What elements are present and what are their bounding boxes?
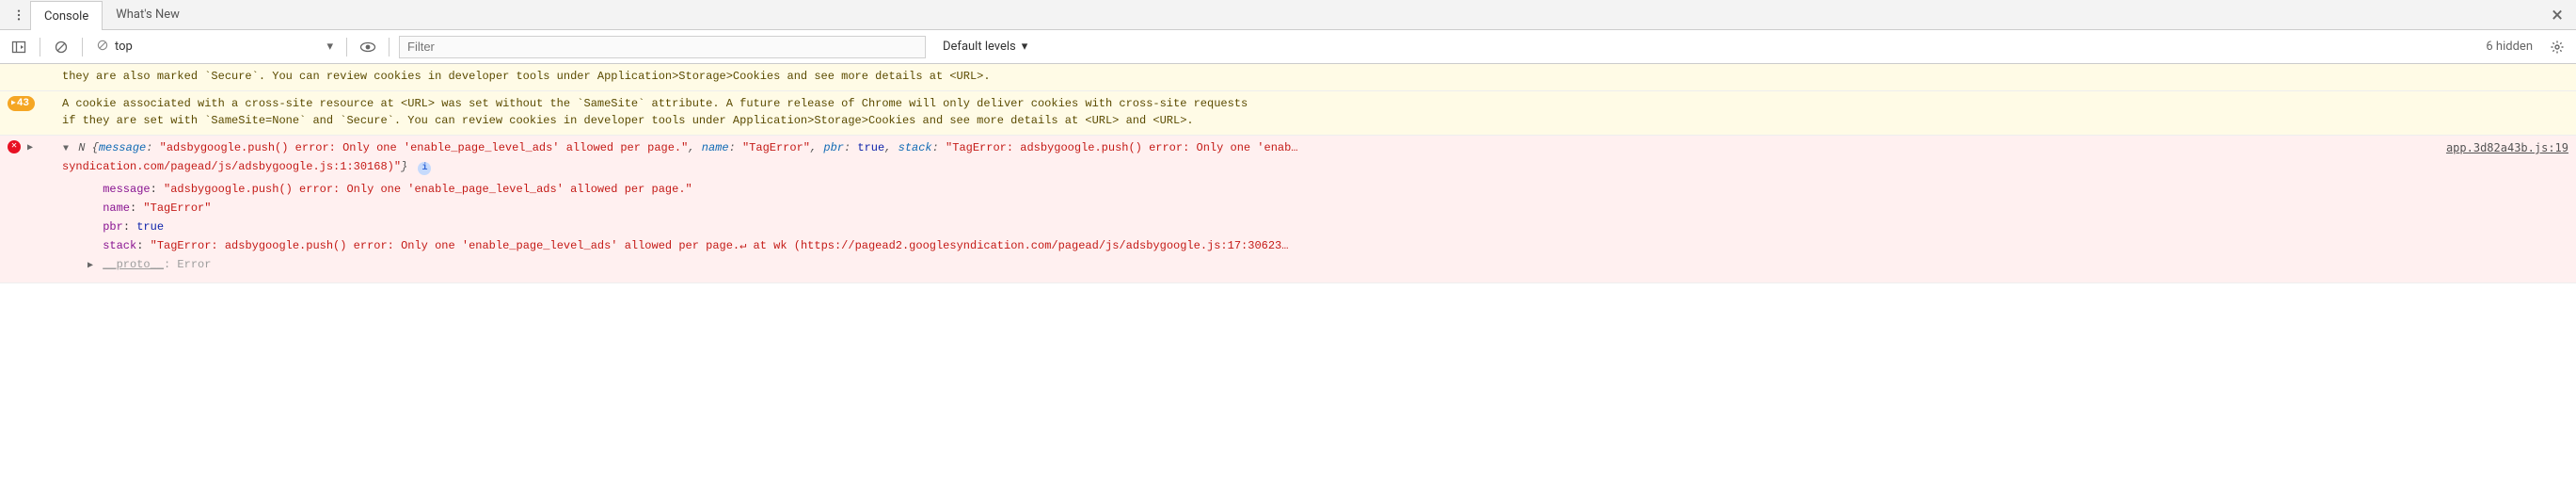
chevron-down-icon: ▾ — [326, 40, 333, 54]
warning-text: A cookie associated with a cross-site re… — [62, 95, 2568, 129]
message-gutter: ✕ ▶ — [8, 139, 62, 157]
warning-text: they are also marked `Secure`. You can r… — [62, 68, 2568, 85]
tab-whatsnew[interactable]: What's New — [103, 0, 193, 30]
expand-triangle-icon[interactable]: ▼ — [62, 141, 72, 158]
expand-triangle-icon[interactable]: ▶ — [26, 140, 36, 157]
expand-triangle-icon: ▶ — [11, 100, 16, 107]
page-context-icon — [96, 39, 109, 56]
console-error-row: ✕ ▶ app.3d82a43b.js:19 ▼ N {message: "ad… — [0, 136, 2576, 283]
console-settings-icon[interactable] — [2546, 36, 2568, 58]
hidden-messages-count[interactable]: 6 hidden — [2486, 40, 2536, 54]
message-gutter: ▶ 43 — [8, 95, 62, 111]
toolbar-separator — [346, 38, 347, 56]
more-tabs-icon[interactable] — [8, 4, 30, 26]
error-body: app.3d82a43b.js:19 ▼ N {message: "adsbyg… — [62, 139, 2568, 277]
object-property: name: "TagError" — [87, 200, 2568, 217]
object-proto[interactable]: ▶ __proto__: Error — [87, 256, 2568, 275]
filter-input[interactable] — [399, 36, 926, 58]
object-expanded: message: "adsbygoogle.push() error: Only… — [62, 175, 2568, 275]
live-expression-icon[interactable] — [357, 36, 379, 58]
close-drawer-icon[interactable]: × — [2548, 4, 2567, 27]
tab-whatsnew-label: What's New — [116, 8, 180, 22]
devtools-tabbar: Console What's New × — [0, 0, 2576, 30]
tab-console[interactable]: Console — [30, 1, 103, 30]
source-link[interactable]: app.3d82a43b.js:19 — [2446, 139, 2568, 156]
object-property: message: "adsbygoogle.push() error: Only… — [87, 181, 2568, 198]
repeat-count-value: 43 — [17, 95, 29, 112]
message-gutter — [8, 68, 62, 69]
expand-triangle-icon[interactable]: ▶ — [87, 258, 96, 275]
object-property: stack: "TagError: adsbygoogle.push() err… — [87, 237, 2568, 254]
info-icon[interactable]: i — [418, 162, 431, 175]
log-levels-label: Default levels — [943, 40, 1016, 54]
context-label: top — [115, 40, 133, 54]
object-preview[interactable]: ▼ N {message: "adsbygoogle.push() error:… — [62, 139, 2568, 175]
clear-console-icon[interactable] — [50, 36, 72, 58]
log-levels-selector[interactable]: Default levels ▾ — [935, 40, 1027, 54]
console-warning-row: ▶ 43 A cookie associated with a cross-si… — [0, 91, 2576, 136]
object-property: pbr: true — [87, 218, 2568, 235]
constructor-name: N — [78, 141, 85, 154]
chevron-down-icon: ▾ — [1022, 40, 1028, 54]
console-warning-row: they are also marked `Secure`. You can r… — [0, 64, 2576, 91]
console-toolbar: top ▾ Default levels ▾ 6 hidden — [0, 30, 2576, 64]
error-icon: ✕ — [8, 140, 21, 153]
context-selector[interactable]: top ▾ — [92, 36, 337, 58]
toolbar-separator — [389, 38, 390, 56]
repeat-count-badge[interactable]: ▶ 43 — [8, 96, 35, 111]
toolbar-separator — [82, 38, 83, 56]
toggle-sidebar-icon[interactable] — [8, 36, 30, 58]
tab-console-label: Console — [44, 9, 88, 24]
